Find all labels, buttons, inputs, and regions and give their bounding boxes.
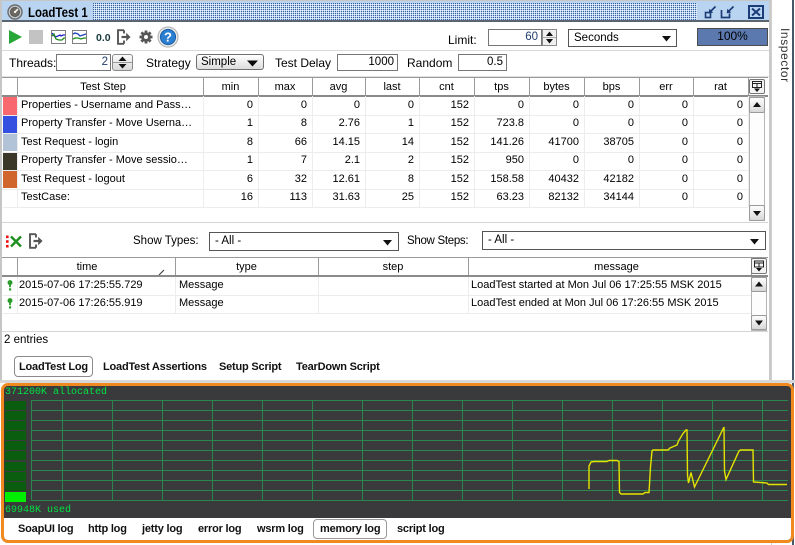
svg-text:?: ?	[164, 30, 172, 45]
